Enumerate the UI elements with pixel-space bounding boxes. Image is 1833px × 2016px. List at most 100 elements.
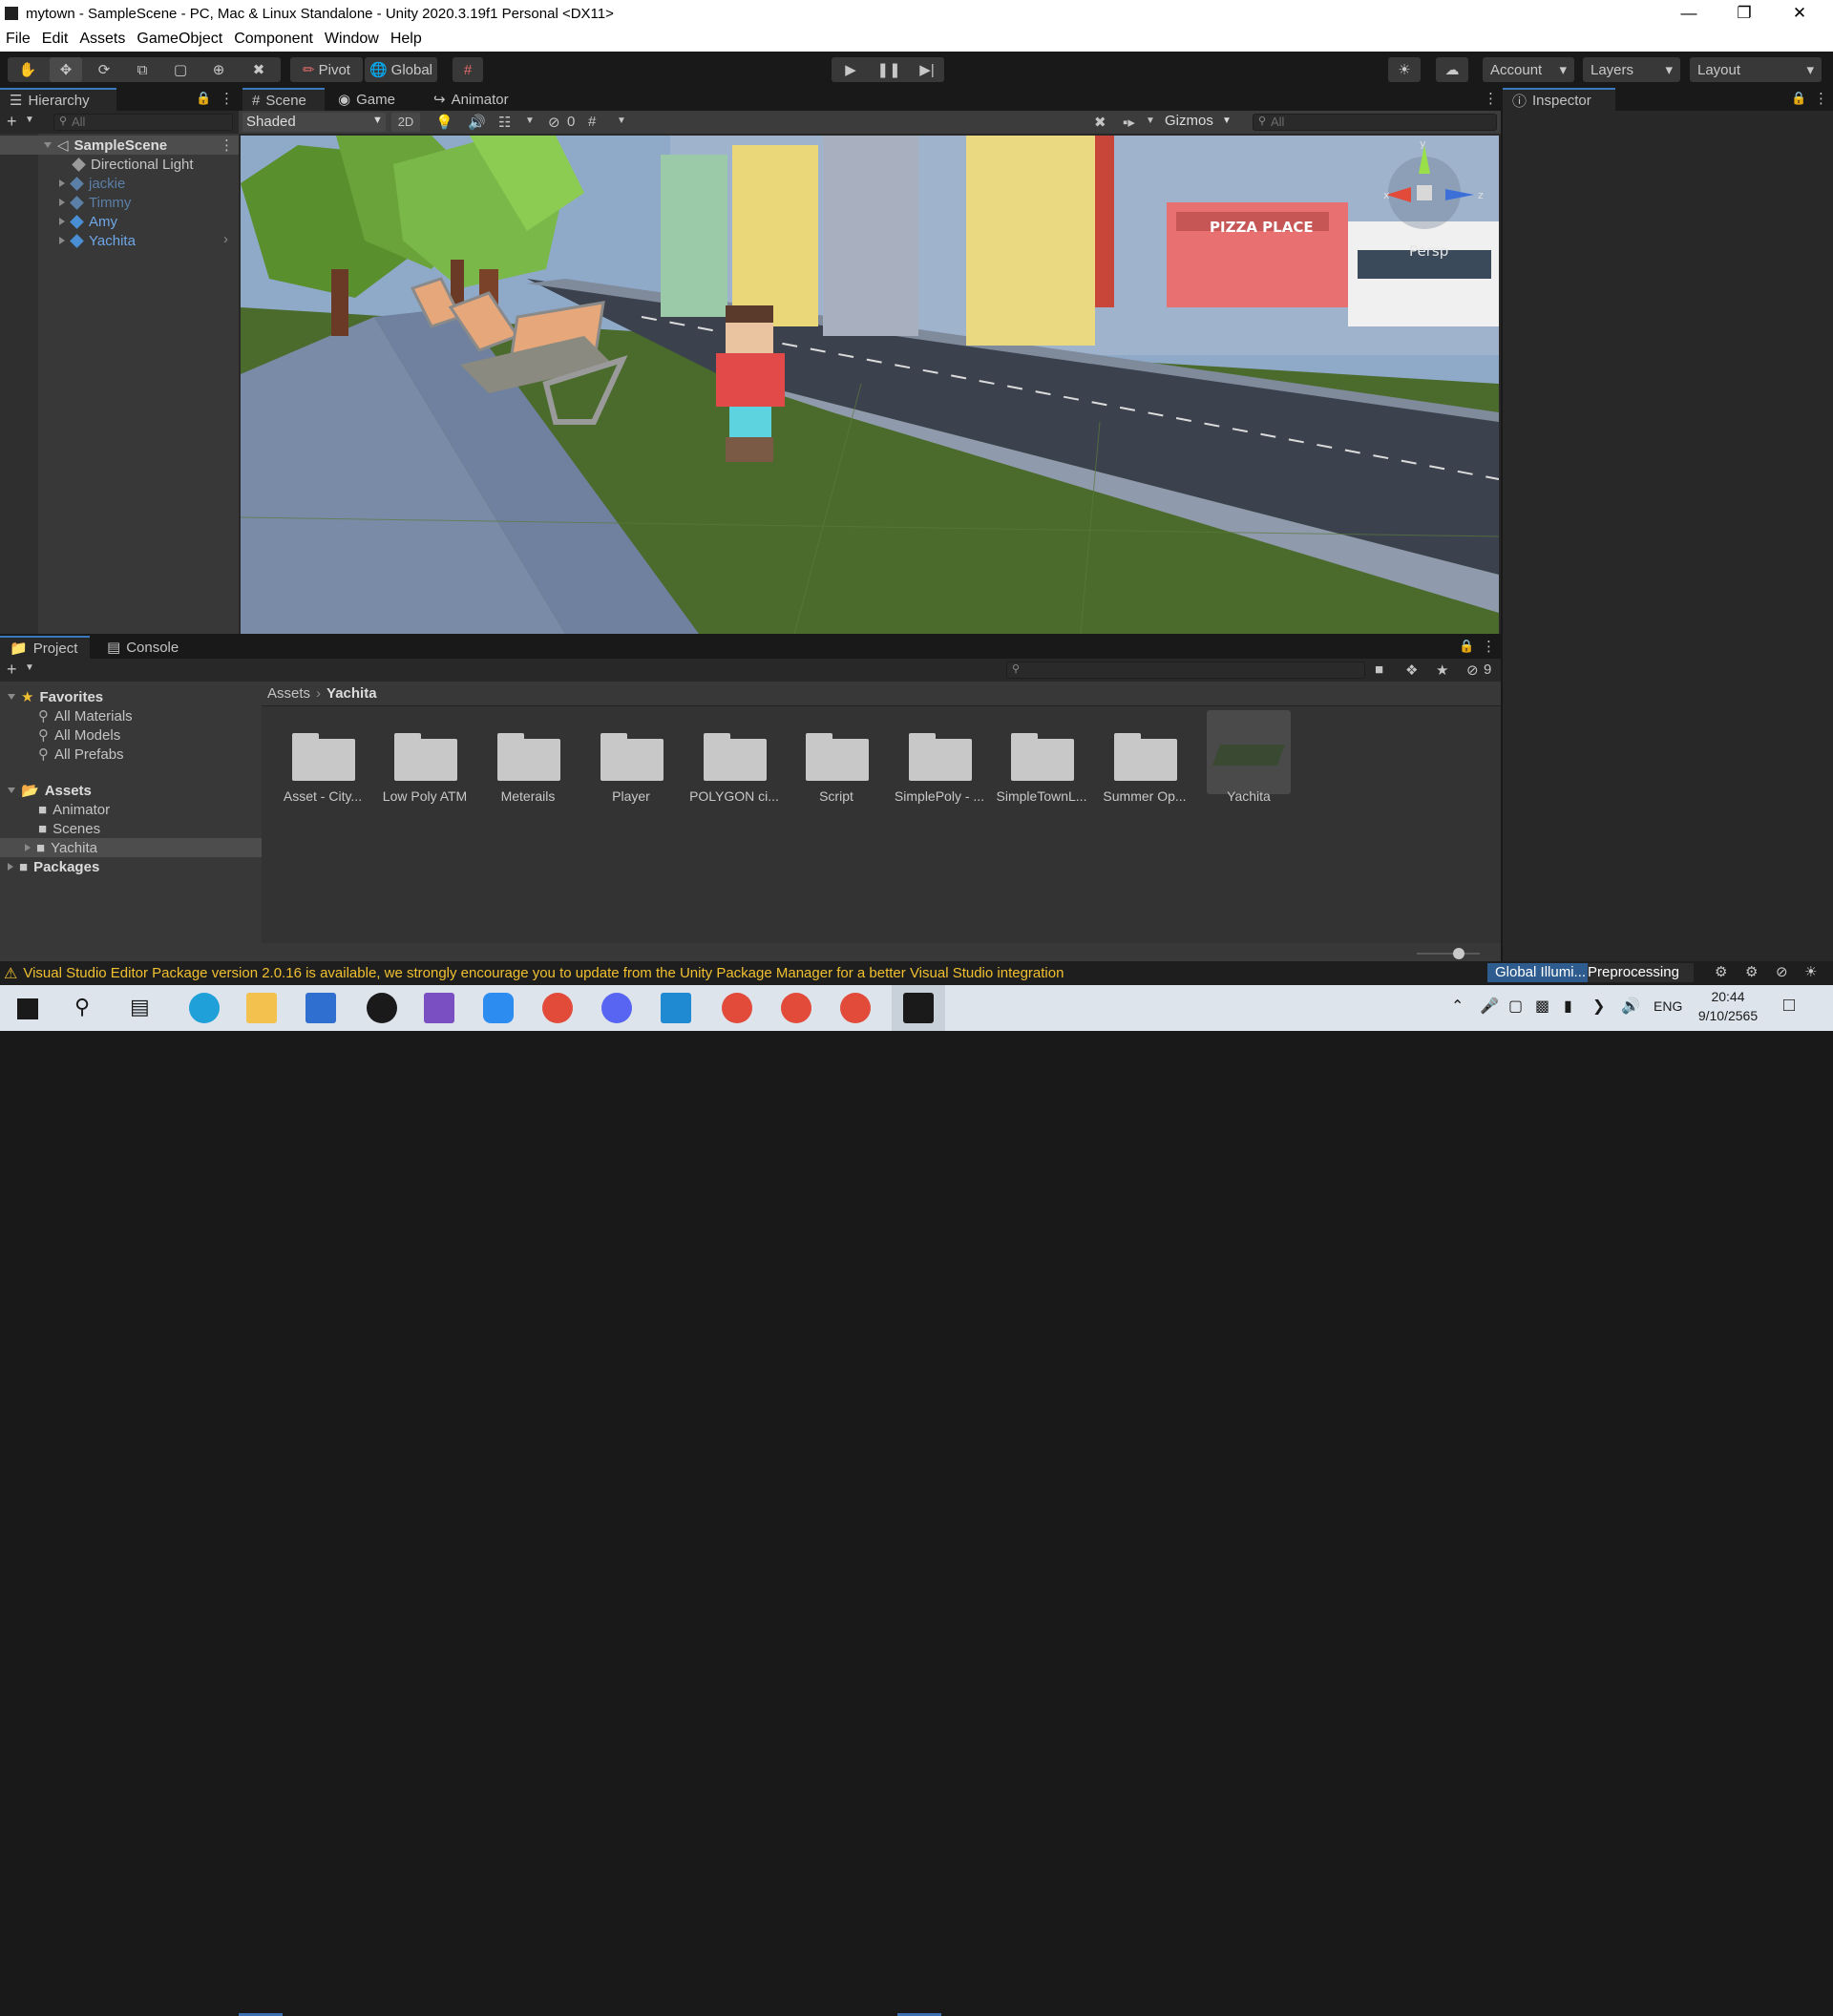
battery-icon[interactable]: ▮ (1564, 997, 1572, 1016)
project-search-input[interactable] (1006, 662, 1365, 679)
tab-inspector[interactable]: ⓘ Inspector (1503, 88, 1615, 111)
asset-folder-label[interactable]: Script (785, 788, 888, 804)
asset-scene-label[interactable]: Yachita (1197, 788, 1300, 804)
folder-icon[interactable] (290, 725, 357, 783)
status-message[interactable]: Visual Studio Editor Package version 2.0… (23, 965, 1064, 981)
grid-visibility-icon[interactable]: # (588, 114, 596, 130)
menu-file[interactable]: File (0, 31, 36, 48)
visual-studio-icon[interactable] (424, 993, 454, 1023)
gi-progress[interactable]: Global Illumi... Preprocessing (1487, 963, 1694, 982)
rotate-tool-icon[interactable]: ⟳ (88, 57, 120, 82)
perspective-label[interactable]: Persp (1409, 242, 1448, 260)
add-icon[interactable]: + (7, 660, 17, 680)
move-tool-icon[interactable]: ✥ (50, 57, 82, 82)
folder-icon[interactable] (599, 725, 665, 783)
menu-edit[interactable]: Edit (36, 31, 74, 48)
menu-help[interactable]: Help (385, 31, 428, 48)
clock-date[interactable]: 9/10/2565 (1690, 1008, 1766, 1023)
tools-icon[interactable]: ✖ (1094, 114, 1106, 131)
pivot-toggle[interactable]: ✏ Pivot (290, 57, 363, 82)
shading-mode-dropdown[interactable]: Shaded ▼ (242, 113, 386, 132)
wifi-icon[interactable]: ❯ (1592, 997, 1605, 1016)
breadcrumb-assets[interactable]: Assets (267, 685, 310, 702)
search-by-type-icon[interactable]: ■ (1375, 662, 1383, 678)
discord-icon[interactable] (601, 993, 632, 1023)
folder-icon[interactable] (1112, 725, 1179, 783)
windows-start-icon[interactable] (17, 998, 38, 1019)
zoom-icon[interactable] (483, 993, 514, 1023)
auto-generate-icon[interactable]: ⊘ (1776, 963, 1788, 980)
more-options-icon[interactable]: ⋮ (1814, 90, 1828, 107)
asset-folder-label[interactable]: SimplePoly - ... (888, 788, 991, 804)
asset-folder-label[interactable]: Meterails (476, 788, 579, 804)
tab-hierarchy[interactable]: ☰ Hierarchy (0, 88, 116, 111)
chrome-icon[interactable] (781, 993, 811, 1023)
vscode-icon[interactable] (661, 993, 691, 1023)
search-icon[interactable]: ⚲ (74, 995, 90, 1019)
file-explorer-icon[interactable] (246, 993, 277, 1023)
global-toggle[interactable]: 🌐 Global (365, 57, 437, 82)
unity-taskbar-item[interactable] (892, 985, 945, 1031)
add-icon[interactable]: + (7, 112, 17, 132)
hierarchy-item-jackie[interactable]: jackie (0, 174, 239, 193)
tab-project[interactable]: 📁 Project (0, 636, 90, 659)
clock-time[interactable]: 20:44 (1696, 989, 1760, 1004)
volume-icon[interactable]: 🔊 (1621, 997, 1640, 1016)
rect-tool-icon[interactable]: ▢ (164, 57, 197, 82)
assets-folder-animator[interactable]: ■ Animator (0, 800, 262, 819)
scene-thumbnail[interactable] (1207, 710, 1291, 794)
chrome-icon[interactable] (840, 993, 871, 1023)
play-button[interactable]: ▶ (833, 57, 868, 82)
menu-component[interactable]: Component (228, 31, 319, 48)
assets-group[interactable]: 📂 Assets (0, 781, 262, 800)
folder-icon[interactable] (907, 725, 974, 783)
hierarchy-scene-row[interactable]: ◁ SampleScene ⋮ (0, 136, 239, 155)
grid-snap-icon[interactable]: # (453, 57, 483, 82)
2d-toggle[interactable]: 2D (391, 113, 420, 132)
tab-game[interactable]: ◉ Game (328, 88, 405, 111)
tab-console[interactable]: ▤ Console (97, 636, 193, 659)
folder-icon[interactable] (1009, 725, 1076, 783)
more-options-icon[interactable]: ⋮ (1484, 90, 1498, 107)
chevron-up-icon[interactable]: ⌃ (1451, 997, 1464, 1016)
chevron-right-icon[interactable]: › (223, 231, 228, 247)
folder-icon[interactable] (804, 725, 871, 783)
folder-icon[interactable] (495, 725, 562, 783)
light-icon[interactable]: ☀ (1804, 963, 1817, 980)
hidden-packages-icon[interactable]: ⊘ (1466, 662, 1479, 679)
tab-animator[interactable]: ↪ Animator (424, 88, 529, 111)
tab-scene[interactable]: # Scene (242, 88, 325, 111)
step-button[interactable]: ▶| (910, 57, 944, 82)
camera-dropdown-icon[interactable]: ▼ (1146, 116, 1155, 126)
hierarchy-item-directional-light[interactable]: Directional Light (0, 155, 239, 174)
add-dropdown-icon[interactable]: ▼ (25, 662, 34, 673)
scale-tool-icon[interactable]: ⧉ (126, 57, 158, 82)
device-icon[interactable]: ▢ (1508, 997, 1523, 1016)
lock-icon[interactable]: 🔒 (1791, 91, 1806, 106)
zoom-slider-track[interactable] (1417, 953, 1480, 955)
hierarchy-item-amy[interactable]: Amy (0, 212, 239, 231)
lock-icon[interactable]: 🔒 (1459, 639, 1474, 654)
hierarchy-item-timmy[interactable]: Timmy (0, 193, 239, 212)
asset-folder-label[interactable]: Player (579, 788, 683, 804)
asset-folder-label[interactable]: Low Poly ATM (373, 788, 476, 804)
notification-icon[interactable]: □ (1783, 995, 1795, 1017)
lighting-icon[interactable]: 💡 (435, 114, 453, 131)
add-dropdown-icon[interactable]: ▼ (25, 115, 34, 125)
debug-icon[interactable]: ⚙ (1715, 963, 1727, 980)
hierarchy-search-input[interactable]: All (53, 114, 233, 131)
account-dropdown[interactable]: Account ▾ (1483, 57, 1574, 82)
favorite-all-models[interactable]: ⚲ All Models (0, 725, 262, 745)
edge-icon[interactable] (189, 993, 220, 1023)
assets-folder-scenes[interactable]: ■ Scenes (0, 819, 262, 838)
grid-dropdown-icon[interactable]: ▼ (617, 116, 626, 126)
effects-dropdown-icon[interactable]: ▼ (525, 116, 535, 126)
menu-gameobject[interactable]: GameObject (131, 31, 228, 48)
menu-assets[interactable]: Assets (74, 31, 131, 48)
dell-icon[interactable] (367, 993, 397, 1023)
settings-icon[interactable]: ⚙ (1745, 963, 1758, 980)
transform-tool-icon[interactable]: ⊕ (202, 57, 235, 82)
folder-icon[interactable] (392, 725, 459, 783)
hand-tool-icon[interactable]: ✋ (11, 57, 44, 82)
favorite-all-materials[interactable]: ⚲ All Materials (0, 706, 262, 725)
